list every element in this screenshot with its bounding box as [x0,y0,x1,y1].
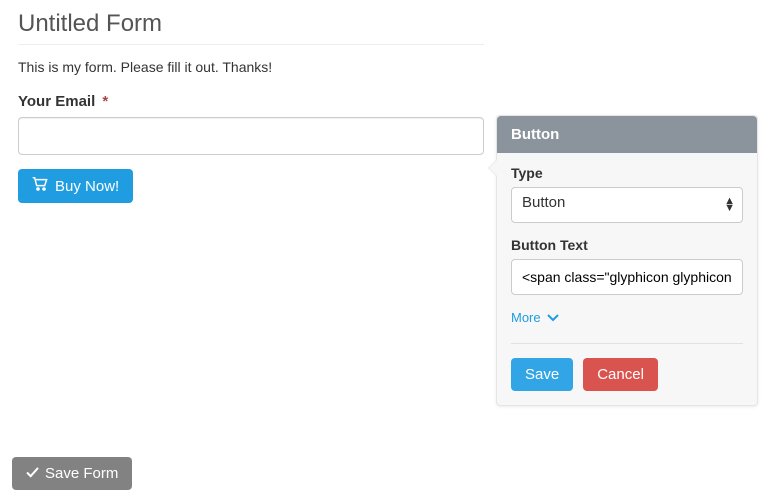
email-label-text: Your Email [18,93,95,110]
more-label: More [511,310,541,325]
type-select[interactable]: Button [511,187,743,223]
type-label: Type [511,165,743,181]
cancel-button[interactable]: Cancel [583,358,658,391]
save-button[interactable]: Save [511,358,573,391]
check-icon [26,465,39,482]
cart-icon [32,177,48,195]
save-form-button[interactable]: Save Form [12,457,132,490]
form-description: This is my form. Please fill it out. Tha… [18,59,758,75]
email-label: Your Email * [18,93,758,110]
button-text-label: Button Text [511,237,743,253]
button-edit-panel: Button Type Button ▲▼ Button Text More S… [496,115,758,406]
save-form-label: Save Form [45,465,118,482]
panel-arrow-inner [489,160,497,176]
buy-now-label: Buy Now! [55,178,119,195]
page-title: Untitled Form [18,10,484,45]
panel-header: Button [497,116,757,153]
buy-now-button[interactable]: Buy Now! [18,169,133,203]
chevron-down-icon [547,310,559,325]
email-field[interactable] [18,117,484,155]
required-star: * [102,93,108,110]
button-text-input[interactable] [511,259,743,295]
panel-divider [511,343,743,344]
more-toggle[interactable]: More [511,310,559,325]
